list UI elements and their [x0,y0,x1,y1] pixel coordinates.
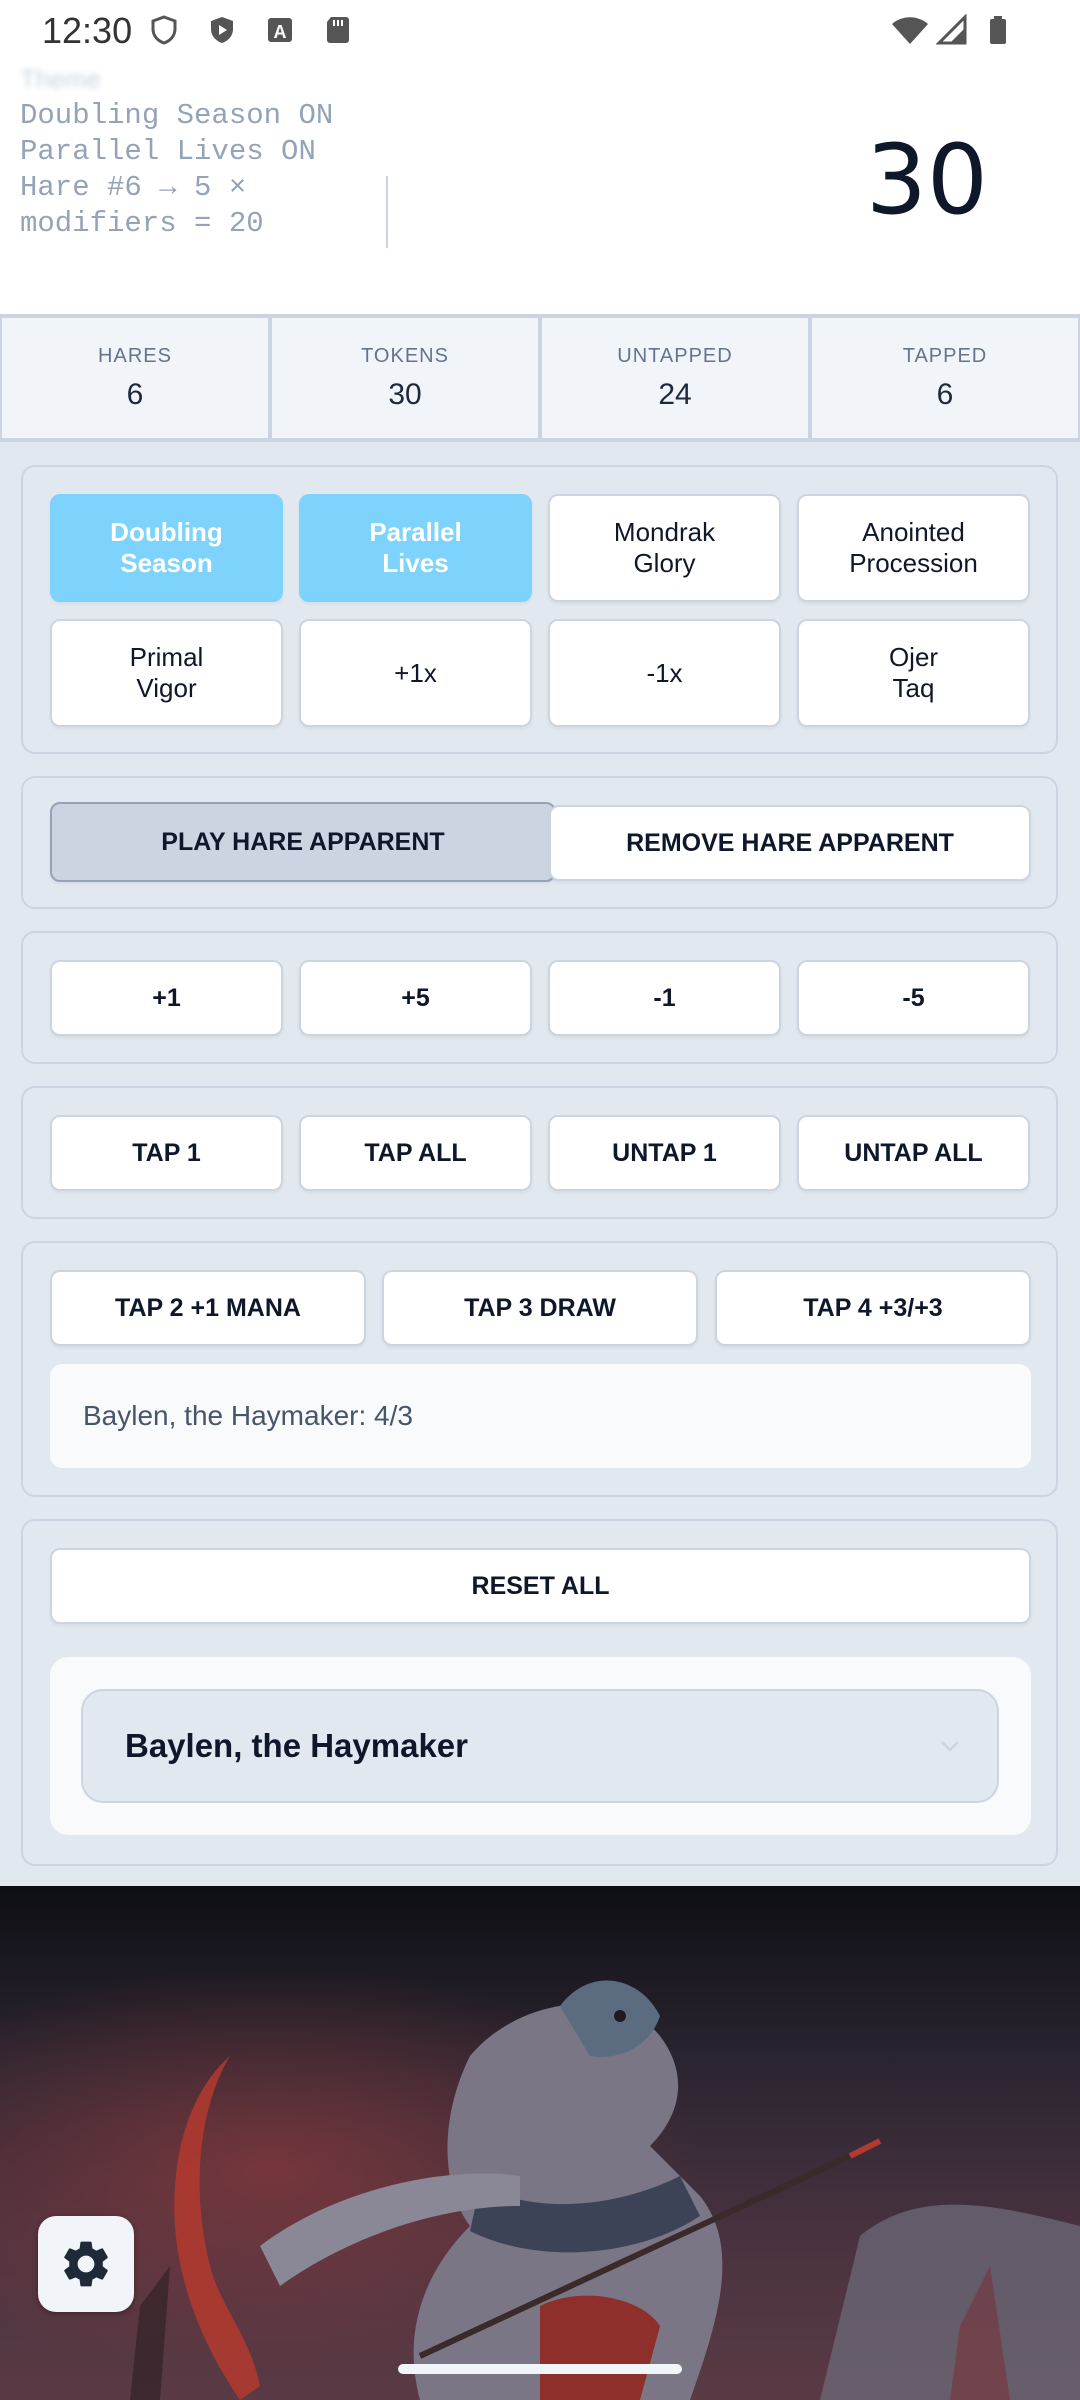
play-protect-icon [211,17,233,43]
chevron-down-icon [941,1741,959,1752]
add-5-button[interactable]: +5 [299,960,532,1036]
theme-label: Theme [20,64,101,94]
log-line: Hare #6 → 5 × [20,171,247,204]
commander-select[interactable]: Baylen, the Haymaker [81,1689,999,1803]
hare-artwork [0,1886,1080,2400]
modifier-doubling-season[interactable]: Doubling Season [50,494,283,602]
tap-4-pump-button[interactable]: TAP 4 +3/+3 [715,1270,1031,1346]
commander-stats: Baylen, the Haymaker: 4/3 [50,1364,1031,1468]
stat-label: HARES [98,344,172,367]
log-line: modifiers = 20 [20,207,264,240]
untap-1-button[interactable]: UNTAP 1 [548,1115,781,1191]
stat-label: TAPPED [902,344,988,367]
tap-1-button[interactable]: TAP 1 [50,1115,283,1191]
reset-all-button[interactable]: RESET ALL [50,1548,1031,1624]
modifiers-panel: Doubling Season Parallel Lives Mondrak G… [21,465,1058,754]
stat-value: 24 [658,377,692,411]
modifier-label: Primal Vigor [129,642,204,703]
modifier-minus-1x[interactable]: -1x [548,619,781,727]
stat-label: TOKENS [361,344,449,367]
remove-hare-button[interactable]: REMOVE HARE APPARENT [549,805,1031,881]
svg-text:A: A [274,22,287,42]
modifier-label: Doubling Season [110,517,223,578]
untap-all-button[interactable]: UNTAP ALL [797,1115,1030,1191]
modifier-mondrak-glory[interactable]: Mondrak Glory [548,494,781,602]
subtract-1-button[interactable]: -1 [548,960,781,1036]
modifier-parallel-lives[interactable]: Parallel Lives [299,494,532,602]
modifier-label: Anointed Procession [849,517,978,578]
adjust-panel: +1 +5 -1 -5 [21,931,1058,1064]
shield-icon [151,15,177,45]
modifier-label: -1x [646,657,683,688]
stat-label: UNTAPPED [617,344,733,367]
log-line: Doubling Season ON [20,99,334,132]
play-hare-button[interactable]: PLAY HARE APPARENT [50,802,556,882]
modifier-label: Mondrak Glory [613,517,716,578]
stat-value: 30 [388,377,422,411]
commander-select-wrap: Baylen, the Haymaker [50,1657,1031,1835]
settings-button[interactable] [38,2216,134,2312]
signal-icon [936,14,967,45]
font-icon: A [268,18,292,42]
hare-panel: PLAY HARE APPARENT REMOVE HARE APPARENT [21,776,1058,909]
log-divider [386,176,388,248]
modifier-anointed-procession[interactable]: Anointed Procession [797,494,1030,602]
stat-hares: HARES 6 [2,318,268,438]
stat-value: 6 [126,377,144,411]
gear-icon [64,2241,108,2287]
log-line: Parallel Lives ON [20,135,316,168]
home-indicator[interactable] [398,2364,682,2374]
modifier-plus-1x[interactable]: +1x [299,619,532,727]
settings-panel: RESET ALL Baylen, the Haymaker [21,1519,1058,1866]
sd-card-icon [327,17,349,43]
stat-untapped: UNTAPPED 24 [542,318,808,438]
status-time: 12:30 [42,10,133,51]
commander-select-value: Baylen, the Haymaker [125,1727,469,1764]
stat-tapped: TAPPED 6 [812,318,1078,438]
subtract-5-button[interactable]: -5 [797,960,1030,1036]
abilities-panel: TAP 2 +1 MANA TAP 3 DRAW TAP 4 +3/+3 Bay… [21,1241,1058,1497]
battery-icon [990,16,1006,44]
tap-3-draw-button[interactable]: TAP 3 DRAW [382,1270,698,1346]
tap-2-mana-button[interactable]: TAP 2 +1 MANA [50,1270,366,1346]
modifier-label: Ojer Taq [888,642,939,703]
event-log: Doubling Season ON Parallel Lives ON Hare … [20,98,333,242]
tap-all-button[interactable]: TAP ALL [299,1115,532,1191]
header: Theme Doubling Season ON Parallel Lives O… [0,62,1080,314]
status-bar: 12:30 A [0,0,1080,62]
tap-panel: TAP 1 TAP ALL UNTAP 1 UNTAP ALL [21,1086,1058,1219]
stat-tokens: TOKENS 30 [272,318,538,438]
token-total: 30 [865,124,988,236]
stat-value: 6 [936,377,954,411]
modifier-primal-vigor[interactable]: Primal Vigor [50,619,283,727]
wifi-icon [892,17,928,44]
commander-art [0,1886,1080,2400]
stats-bar: HARES 6 TOKENS 30 UNTAPPED 24 TAPPED 6 [0,314,1080,442]
modifier-label: Parallel Lives [369,517,462,578]
modifier-ojer-taq[interactable]: Ojer Taq [797,619,1030,727]
add-1-button[interactable]: +1 [50,960,283,1036]
modifier-label: +1x [394,657,437,688]
